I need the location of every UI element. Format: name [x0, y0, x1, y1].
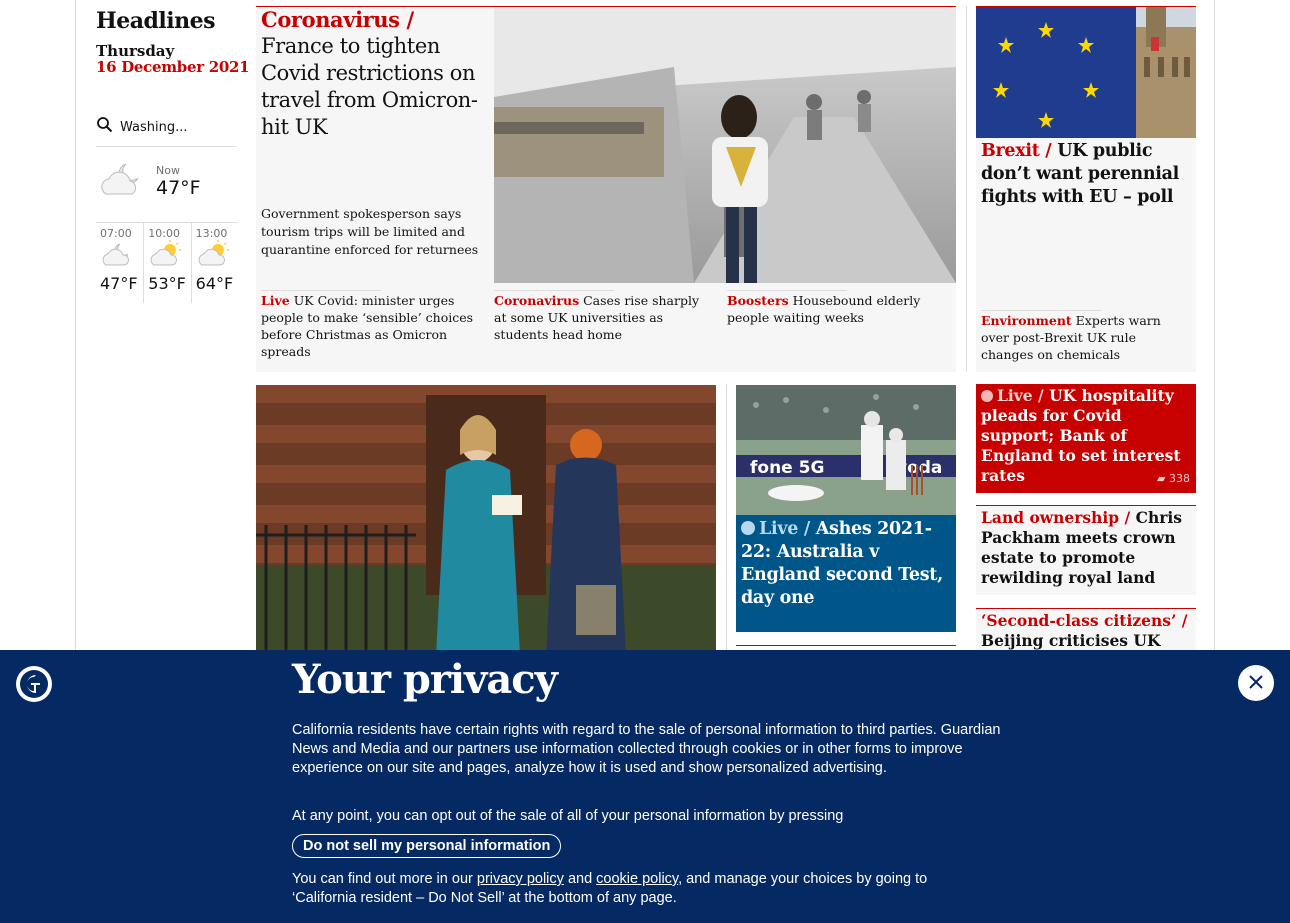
brexit-kicker: Brexit /	[981, 141, 1052, 161]
hospitality-live-card[interactable]: Live / UK hospitality pleads for Covid s…	[976, 384, 1196, 493]
forecast-temp: 53°F	[148, 274, 186, 293]
privacy-more-prefix: You can find out more in our	[292, 871, 473, 887]
sublink-kicker: Live	[261, 293, 290, 308]
comment-count[interactable]: ▰ 338	[1157, 469, 1190, 489]
lead-trail: Government spokesperson says tourism tri…	[261, 206, 479, 257]
ashes-live-card[interactable]: Live / Ashes 2021-22: Australia v Englan…	[736, 515, 956, 632]
divider	[727, 290, 847, 291]
date-full: 16 December 2021	[96, 58, 250, 76]
brexit-headline-link[interactable]: Brexit / UK public don’t want perennial …	[981, 140, 1191, 209]
privacy-policy-link[interactable]: privacy policy	[477, 871, 564, 887]
land-ownership-card[interactable]: Land ownership / Chris Packham meets cro…	[976, 505, 1196, 595]
comment-count-value: 338	[1169, 472, 1190, 485]
lead-headline-link[interactable]: Coronavirus / France to tighten Covid re…	[261, 6, 487, 141]
land-kicker: Land ownership /	[981, 508, 1131, 527]
cookie-policy-link[interactable]: cookie policy	[596, 871, 678, 887]
comment-icon: ▰	[1157, 472, 1166, 485]
close-icon	[1248, 674, 1264, 693]
divider	[261, 290, 381, 291]
sublink-coronavirus[interactable]: Coronavirus Cases rise sharply at some U…	[494, 292, 709, 343]
now-label: Now	[156, 163, 180, 177]
sublink-kicker: Boosters	[727, 293, 789, 308]
brexit-image[interactable]	[976, 7, 1196, 138]
privacy-title: Your privacy	[292, 656, 558, 703]
divider	[981, 310, 1101, 311]
live-dot-icon	[981, 390, 993, 402]
sublink-environment[interactable]: Environment Experts warn over post-Brexi…	[981, 312, 1191, 363]
forecast-temp: 47°F	[100, 274, 138, 293]
now-temp: 47°F	[156, 176, 201, 199]
lead-image[interactable]	[494, 7, 956, 283]
forecast-temp: 64°F	[195, 274, 234, 293]
weather-location-search[interactable]: Washing...	[96, 116, 236, 147]
sun-cloud-icon	[196, 240, 232, 272]
headlines-sidebar: Headlines Thursday 16 December 2021 Wash…	[96, 0, 250, 303]
privacy-body: California residents have certain rights…	[292, 722, 1001, 776]
forecast-item: 10:00 53°F	[143, 223, 190, 303]
search-icon	[96, 116, 114, 138]
forecast-time: 13:00	[195, 227, 228, 240]
do-not-sell-button[interactable]: Do not sell my personal information	[292, 834, 562, 858]
weather-forecast: 07:00 47°F 10:00 53°F 13:00 64°F	[96, 222, 238, 303]
hospitality-kicker: Live /	[997, 386, 1044, 405]
svg-text:fone 5G: fone 5G	[750, 458, 824, 478]
lead-kicker: Coronavirus /	[261, 7, 414, 32]
date-day: Thursday	[96, 42, 175, 60]
beijing-kicker: ‘Second-class citizens’ /	[981, 611, 1188, 630]
forecast-time: 10:00	[148, 227, 180, 240]
lead-headline: France to tighten Covid restrictions on …	[261, 34, 478, 139]
sublink-boosters[interactable]: Boosters Housebound elderly people waiti…	[727, 292, 942, 326]
sun-cloud-icon	[148, 240, 184, 272]
forecast-time: 07:00	[100, 227, 132, 240]
sublink-kicker: Coronavirus	[494, 293, 580, 308]
privacy-optout-text: At any point, you can opt out of the sal…	[292, 808, 844, 824]
divider	[736, 645, 956, 646]
privacy-and: and	[567, 871, 593, 887]
moon-cloud-icon	[100, 243, 136, 272]
weather-location: Washing...	[120, 119, 188, 135]
sublink-live[interactable]: Live UK Covid: minister urges people to …	[261, 292, 476, 360]
divider	[726, 384, 727, 654]
forecast-item: 13:00 64°F	[190, 223, 238, 303]
ashes-image[interactable]: fone 5G voda	[736, 385, 956, 515]
moon-cloud-icon	[96, 158, 148, 204]
sublink-text: UK Covid: minister urges people to make …	[261, 293, 474, 359]
divider	[966, 6, 967, 372]
ashes-kicker: Live /	[759, 519, 810, 539]
forecast-item: 07:00 47°F	[96, 223, 143, 303]
divider	[494, 290, 614, 291]
feature-image[interactable]	[256, 385, 716, 655]
guardian-logo-icon	[16, 666, 52, 702]
sublink-kicker: Environment	[981, 313, 1072, 328]
section-title: Headlines	[96, 8, 216, 34]
close-privacy-button[interactable]	[1238, 665, 1274, 701]
privacy-banner: Your privacy California residents have c…	[0, 650, 1290, 923]
weather-now: Now 47°F	[96, 155, 241, 207]
live-dot-icon	[741, 521, 755, 535]
privacy-more-text: You can find out more in our privacy pol…	[292, 870, 992, 908]
